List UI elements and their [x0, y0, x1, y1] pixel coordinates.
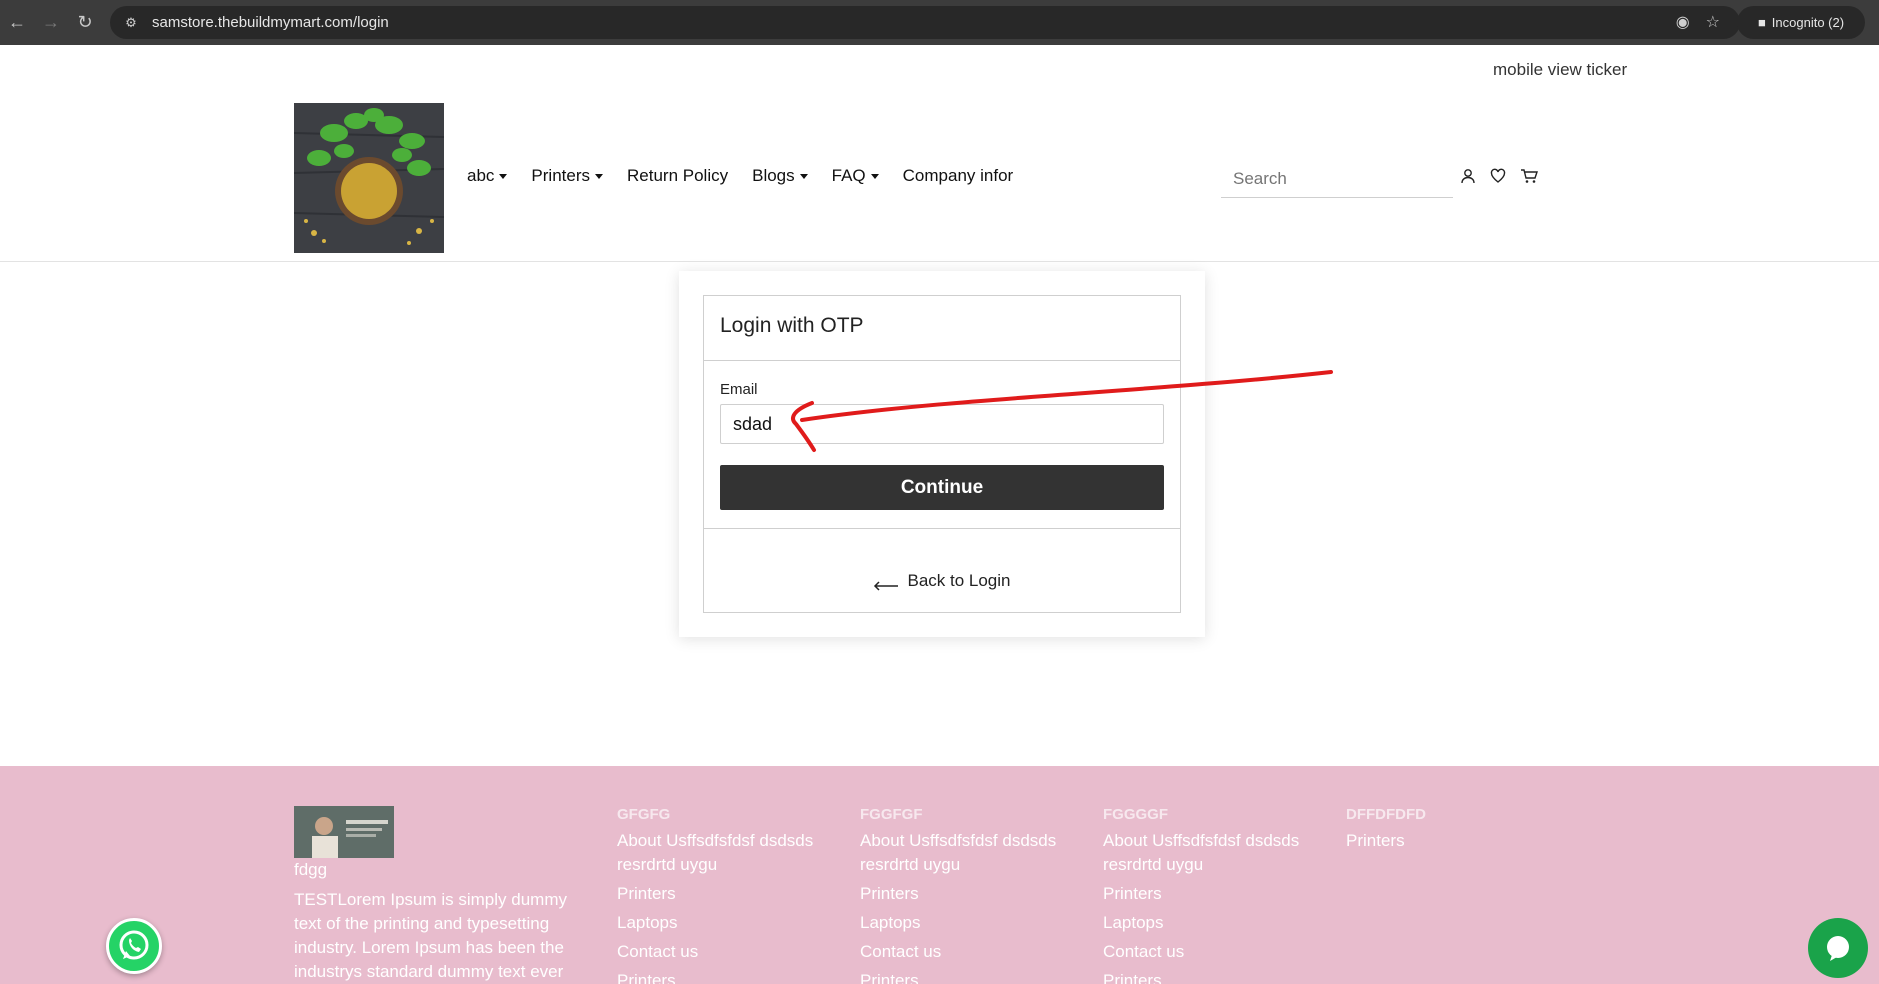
footer-column-heading: FGGFGF [860, 806, 923, 823]
continue-button[interactable]: Continue [720, 465, 1164, 510]
nav-label: Return Policy [627, 166, 729, 185]
footer-link[interactable]: Laptops [1103, 911, 1323, 935]
login-card-container: Login with OTP Email Continue Back to Lo… [679, 271, 1205, 637]
footer-link[interactable]: Printers [1103, 882, 1323, 906]
footer-thumbnail [294, 806, 394, 858]
footer-link[interactable]: Printers [617, 882, 837, 906]
search-input[interactable] [1221, 160, 1453, 198]
back-arrow-icon[interactable]: ← [0, 6, 34, 40]
header-actions [1460, 168, 1538, 184]
caret-down-icon [870, 173, 879, 179]
back-to-login-label: Back to Login [907, 571, 1011, 590]
footer-link[interactable]: Printers [617, 969, 837, 984]
footer-column: FGGGGF About Usffsdfsfdsf dsdsds resrdrt… [1103, 806, 1323, 984]
footer-link[interactable]: About Usffsdfsfdsf dsdsds resrdrtd uygu [1103, 829, 1323, 877]
nav-item-blogs[interactable]: Blogs [752, 166, 808, 186]
footer-link[interactable]: Contact us [1103, 940, 1323, 964]
footer-link[interactable]: Contact us [617, 940, 837, 964]
footer-brand: fdgg [294, 860, 328, 879]
nav-label: Blogs [752, 166, 795, 185]
footer-link[interactable]: Laptops [860, 911, 1080, 935]
footer-column-heading: DFFDFDFD [1346, 806, 1426, 823]
caret-down-icon [595, 173, 603, 179]
login-form: Email Continue [704, 361, 1180, 529]
footer-thumbnail-image [294, 806, 394, 858]
nav-item-abc[interactable]: abc [467, 166, 508, 186]
arrow-left-icon [874, 581, 899, 591]
caret-down-icon [799, 173, 808, 179]
back-to-login-link[interactable]: Back to Login [704, 529, 1180, 612]
heart-icon[interactable] [1490, 168, 1506, 184]
nav-item-faq[interactable]: FAQ [832, 166, 879, 186]
caret-down-icon [499, 173, 508, 179]
nav-item-return-policy[interactable]: Return Policy [627, 166, 728, 186]
nav-item-printers[interactable]: Printers [531, 166, 603, 186]
nav-label: Company infor [902, 166, 1014, 185]
eye-off-icon[interactable]: ◉ [1676, 12, 1690, 32]
nav-label: Printers [531, 166, 590, 185]
footer-about: TESTLorem Ipsum is simply dummy text of … [294, 890, 567, 981]
footer-column-heading: GFGFG [617, 806, 671, 823]
nav-label: FAQ [831, 166, 866, 185]
login-card: Login with OTP Email Continue Back to Lo… [703, 295, 1181, 613]
chat-bubble-icon [1827, 936, 1849, 961]
header-divider [0, 261, 1879, 262]
main-nav: abc Printers Return Policy Blogs FAQ Com… [467, 166, 1037, 186]
footer-column: GFGFG About Usffsdfsfdsf dsdsds resrdrtd… [617, 806, 837, 984]
site-settings-icon[interactable]: ⚙ [122, 14, 140, 32]
footer-link[interactable]: Laptops [617, 911, 837, 935]
incognito-badge[interactable]: ■ Incognito (2) [1737, 6, 1865, 39]
nav-label: abc [467, 166, 495, 185]
incognito-icon: ■ [1757, 15, 1766, 30]
browser-toolbar: ← → ↻ ⚙ samstore.thebuildmymart.com/logi… [0, 0, 1879, 45]
reload-icon[interactable]: ↻ [68, 6, 102, 40]
site-footer: fdgg TESTLorem Ipsum is simply dummy tex… [0, 766, 1879, 984]
email-field[interactable] [720, 404, 1164, 444]
footer-column: DFFDFDFD Printers [1346, 806, 1566, 853]
bookmark-star-icon[interactable]: ☆ [1706, 12, 1720, 32]
footer-link[interactable]: Contact us [860, 940, 1080, 964]
forward-arrow-icon[interactable]: → [34, 6, 68, 40]
user-icon[interactable] [1460, 168, 1476, 184]
mobile-ticker: mobile view ticker [1493, 60, 1628, 79]
incognito-label: Incognito (2) [1771, 15, 1845, 30]
login-title: Login with OTP [704, 296, 1180, 361]
whatsapp-button[interactable] [106, 918, 162, 974]
footer-link[interactable]: About Usffsdfsfdsf dsdsds resrdrtd uygu [617, 829, 837, 877]
footer-link[interactable]: Printers [860, 969, 1080, 984]
footer-link[interactable]: Printers [1346, 829, 1566, 853]
cart-icon[interactable] [1520, 168, 1538, 184]
footer-column: FGGFGF About Usffsdfsfdsf dsdsds resrdrt… [860, 806, 1080, 984]
footer-link[interactable]: Printers [1103, 969, 1323, 984]
email-label: Email [720, 381, 758, 398]
footer-link[interactable]: Printers [860, 882, 1080, 906]
address-bar[interactable]: ⚙ samstore.thebuildmymart.com/login ◉ ☆ [110, 6, 1740, 39]
url-text: samstore.thebuildmymart.com/login [152, 14, 389, 31]
footer-link[interactable]: About Usffsdfsfdsf dsdsds resrdrtd uygu [860, 829, 1080, 877]
footer-column-heading: FGGGGF [1103, 806, 1168, 823]
site-logo[interactable] [294, 103, 444, 253]
live-chat-button[interactable] [1808, 918, 1868, 978]
nav-item-company-info[interactable]: Company infor [903, 166, 1014, 186]
whatsapp-icon [119, 930, 149, 960]
logo-image [294, 103, 444, 253]
